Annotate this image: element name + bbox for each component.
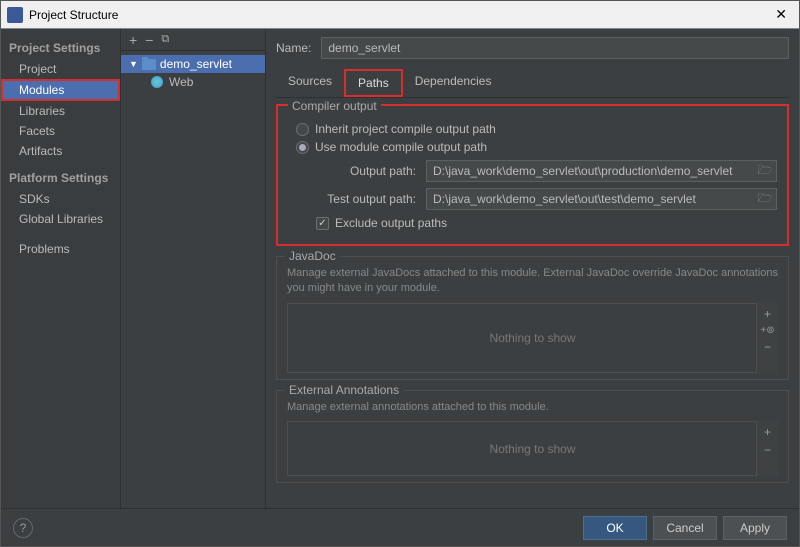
javadoc-desc: Manage external JavaDocs attached to thi… xyxy=(287,266,778,297)
expand-arrow-icon[interactable]: ▼ xyxy=(129,59,138,69)
ext-ann-empty-label: Nothing to show xyxy=(489,442,575,456)
cancel-button[interactable]: Cancel xyxy=(653,516,717,540)
sidebar-item-libraries[interactable]: Libraries xyxy=(1,101,120,121)
ext-ann-title: External Annotations xyxy=(285,383,403,397)
module-folder-icon xyxy=(142,59,156,70)
tree-module-item[interactable]: ▼ demo_servlet xyxy=(121,55,265,73)
titlebar: Project Structure ✕ xyxy=(1,1,799,29)
browse-folder-icon[interactable]: 🗁 xyxy=(754,161,776,182)
exclude-output-checkbox[interactable] xyxy=(316,217,329,230)
window-title: Project Structure xyxy=(29,8,118,22)
remove-icon[interactable]: − xyxy=(764,443,771,457)
remove-icon[interactable]: − xyxy=(764,340,771,354)
sidebar-item-sdks[interactable]: SDKs xyxy=(1,189,120,209)
module-name-input[interactable] xyxy=(321,37,789,59)
app-icon xyxy=(7,7,23,23)
sidebar-item-facets[interactable]: Facets xyxy=(1,121,120,141)
apply-button[interactable]: Apply xyxy=(723,516,787,540)
output-path-input[interactable] xyxy=(427,164,754,178)
sidebar-item-artifacts[interactable]: Artifacts xyxy=(1,141,120,161)
tab-dependencies[interactable]: Dependencies xyxy=(403,69,504,97)
ext-ann-desc: Manage external annotations attached to … xyxy=(287,400,778,415)
sidebar-item-problems[interactable]: Problems xyxy=(1,239,120,259)
add-icon[interactable]: + xyxy=(764,425,771,439)
sidebar-item-global-libraries[interactable]: Global Libraries xyxy=(1,209,120,229)
help-button[interactable]: ? xyxy=(13,518,33,538)
tree-web-label: Web xyxy=(169,75,193,89)
add-icon[interactable]: + xyxy=(764,307,771,321)
sidebar-group-project-settings: Project Settings xyxy=(1,37,120,59)
sidebar-item-project[interactable]: Project xyxy=(1,59,120,79)
ext-ann-list: Nothing to show + − xyxy=(287,421,778,476)
inherit-label: Inherit project compile output path xyxy=(315,122,496,136)
copy-icon[interactable]: ⧉ xyxy=(161,33,169,46)
name-label: Name: xyxy=(276,41,311,55)
remove-icon[interactable]: − xyxy=(145,32,153,48)
settings-sidebar: Project Settings Project Modules Librari… xyxy=(1,29,121,508)
use-module-label: Use module compile output path xyxy=(315,140,487,154)
compiler-output-title: Compiler output xyxy=(288,99,381,113)
test-output-path-label: Test output path: xyxy=(316,192,416,206)
sidebar-group-platform-settings: Platform Settings xyxy=(1,167,120,189)
sidebar-item-modules[interactable]: Modules xyxy=(1,79,120,101)
javadoc-empty-label: Nothing to show xyxy=(489,331,575,345)
use-module-radio[interactable] xyxy=(296,141,309,154)
module-tabs: Sources Paths Dependencies xyxy=(276,69,789,98)
exclude-output-label: Exclude output paths xyxy=(335,216,447,230)
inherit-radio[interactable] xyxy=(296,123,309,136)
tree-web-item[interactable]: Web xyxy=(121,73,265,91)
close-icon[interactable]: ✕ xyxy=(769,6,793,23)
external-annotations-section: External Annotations Manage external ann… xyxy=(276,390,789,483)
add-url-icon[interactable]: +⊚ xyxy=(760,325,774,336)
output-path-label: Output path: xyxy=(316,164,416,178)
module-tree-panel: + − ⧉ ▼ demo_servlet Web xyxy=(121,29,266,508)
ok-button[interactable]: OK xyxy=(583,516,647,540)
web-icon xyxy=(151,76,163,88)
test-output-path-input[interactable] xyxy=(427,192,754,206)
tree-module-label: demo_servlet xyxy=(160,57,232,71)
javadoc-list: Nothing to show + +⊚ − xyxy=(287,303,778,373)
javadoc-title: JavaDoc xyxy=(285,249,340,263)
browse-folder-icon[interactable]: 🗁 xyxy=(754,189,776,210)
compiler-output-section: Compiler output Inherit project compile … xyxy=(276,104,789,246)
tab-sources[interactable]: Sources xyxy=(276,69,344,97)
javadoc-section: JavaDoc Manage external JavaDocs attache… xyxy=(276,256,789,380)
tab-paths[interactable]: Paths xyxy=(344,69,403,97)
add-icon[interactable]: + xyxy=(129,32,137,48)
